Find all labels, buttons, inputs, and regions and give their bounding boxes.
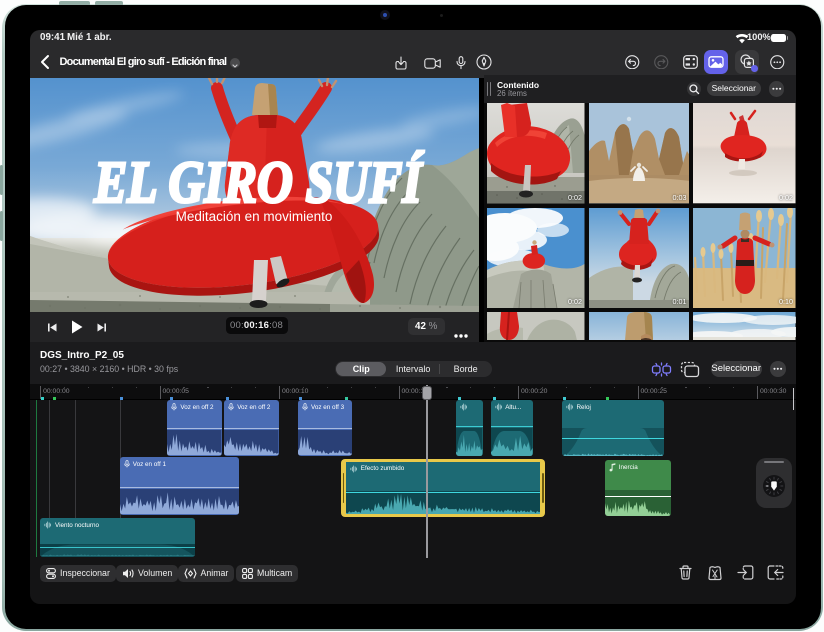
svg-text:Meditación en movimiento: Meditación en movimiento — [176, 209, 333, 224]
svg-text:EL GIRO SUFÍ: EL GIRO SUFÍ — [93, 149, 424, 215]
